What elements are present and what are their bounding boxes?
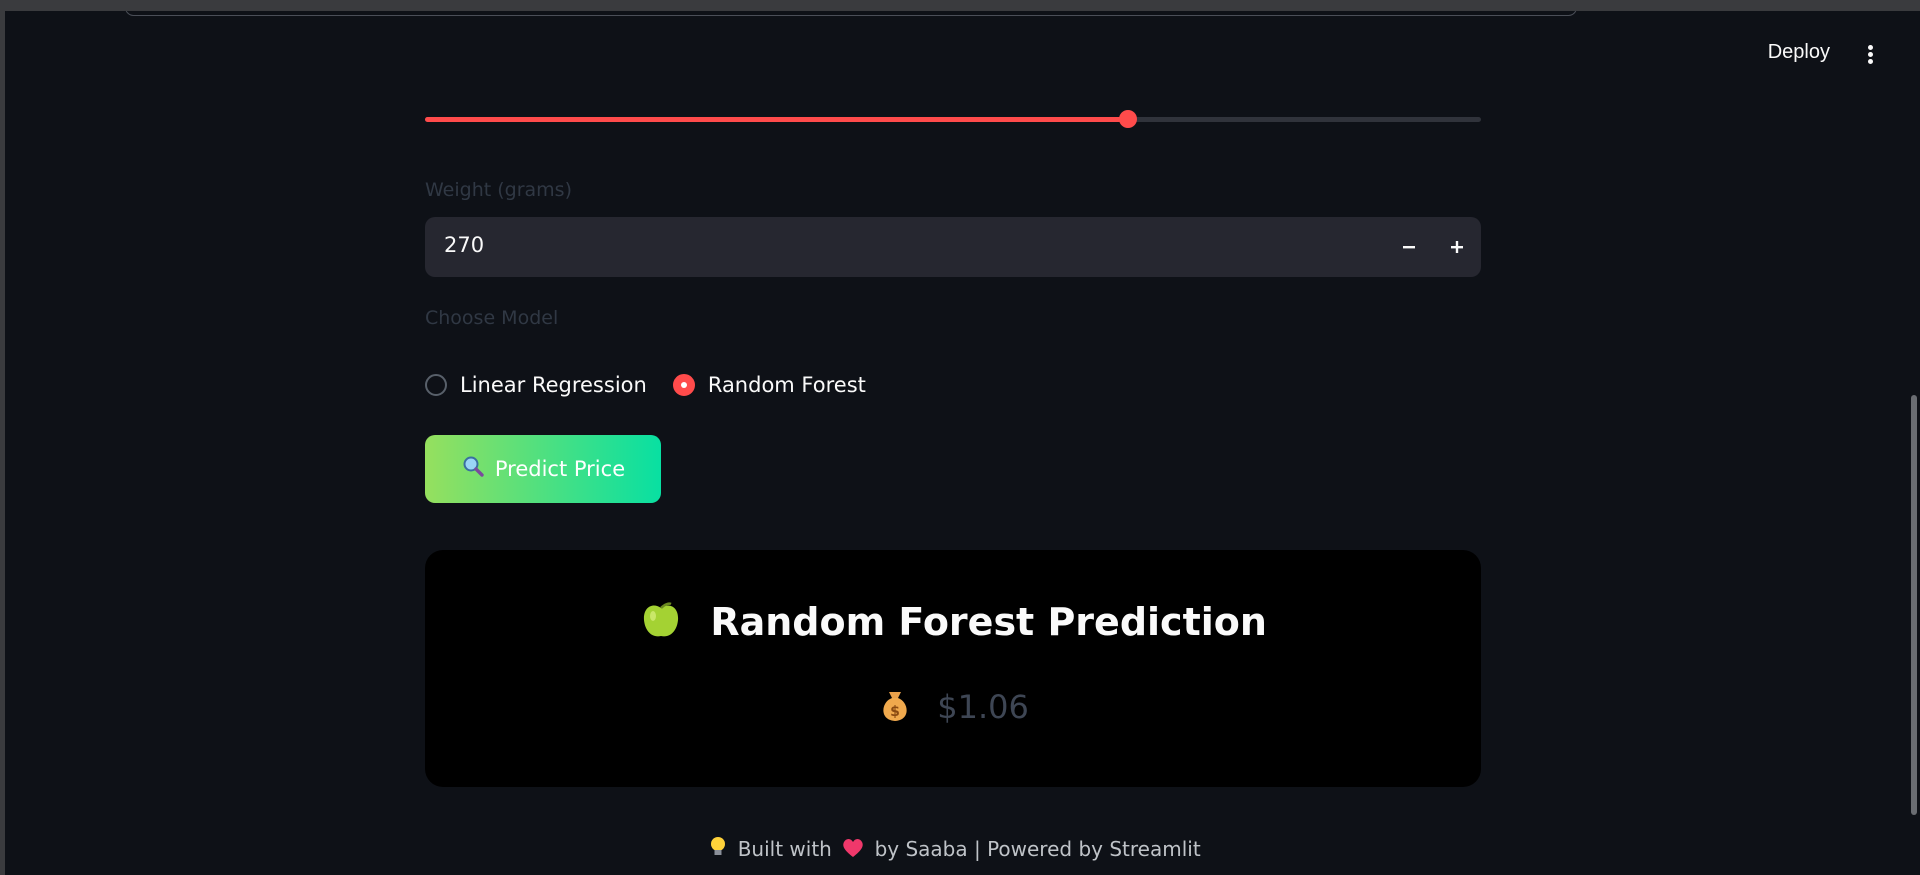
green-apple-icon	[639, 598, 683, 651]
radio-button-selected[interactable]	[672, 374, 695, 396]
predict-price-button[interactable]: Predict Price	[425, 435, 661, 503]
deploy-button[interactable]: Deploy	[1768, 41, 1830, 64]
app-container: Deploy Weight (grams) 270 Choose Model L…	[5, 11, 1920, 875]
radio-label: Linear Regression	[460, 373, 647, 397]
plus-icon	[1451, 240, 1463, 253]
weight-label: Weight (grams)	[425, 179, 572, 201]
svg-text:$: $	[890, 704, 900, 720]
footer-built-with: Built with	[737, 837, 832, 861]
radio-button-unselected[interactable]	[425, 374, 447, 396]
magnifier-icon	[461, 454, 485, 484]
prediction-price-row: $ $1.06	[425, 686, 1481, 732]
money-bag-icon: $	[877, 686, 913, 732]
vertical-dots-icon-dot	[1867, 52, 1873, 57]
weight-number-input[interactable]: 270	[425, 217, 1481, 277]
prediction-price: $1.06	[937, 688, 1029, 726]
footer: Built with by Saaba | Powered by Streaml…	[425, 836, 1481, 863]
slider-fill	[425, 117, 1129, 122]
predict-button-label: Predict Price	[494, 457, 626, 481]
footer-credits: by Saaba | Powered by Streamlit	[874, 837, 1201, 861]
radio-label: Random Forest	[707, 373, 866, 397]
slider-thumb[interactable]	[1119, 110, 1138, 128]
radio-linear-regression[interactable]: Linear Regression	[425, 373, 647, 397]
model-radio-group: Linear Regression Random Forest	[425, 368, 892, 402]
prediction-card: Random Forest Prediction $ $1.06	[425, 550, 1481, 787]
increment-button[interactable]	[1433, 217, 1481, 277]
minus-icon	[1403, 245, 1415, 248]
decrement-button[interactable]	[1385, 217, 1433, 277]
slider[interactable]	[425, 110, 1481, 128]
heart-icon	[842, 838, 864, 863]
scrollbar[interactable]	[1906, 11, 1920, 875]
scrollbar-thumb[interactable]	[1911, 395, 1917, 815]
radio-random-forest[interactable]: Random Forest	[672, 373, 866, 397]
model-label: Choose Model	[425, 307, 559, 329]
weight-value[interactable]: 270	[444, 233, 484, 257]
prediction-title-row: Random Forest Prediction	[425, 598, 1481, 651]
light-bulb-icon	[709, 836, 727, 863]
prediction-title: Random Forest Prediction	[710, 600, 1267, 644]
top-input-edge	[125, 11, 1577, 16]
vertical-dots-icon	[1867, 45, 1873, 50]
main-menu-button[interactable]	[1862, 45, 1878, 67]
vertical-dots-icon-dot	[1867, 59, 1873, 64]
